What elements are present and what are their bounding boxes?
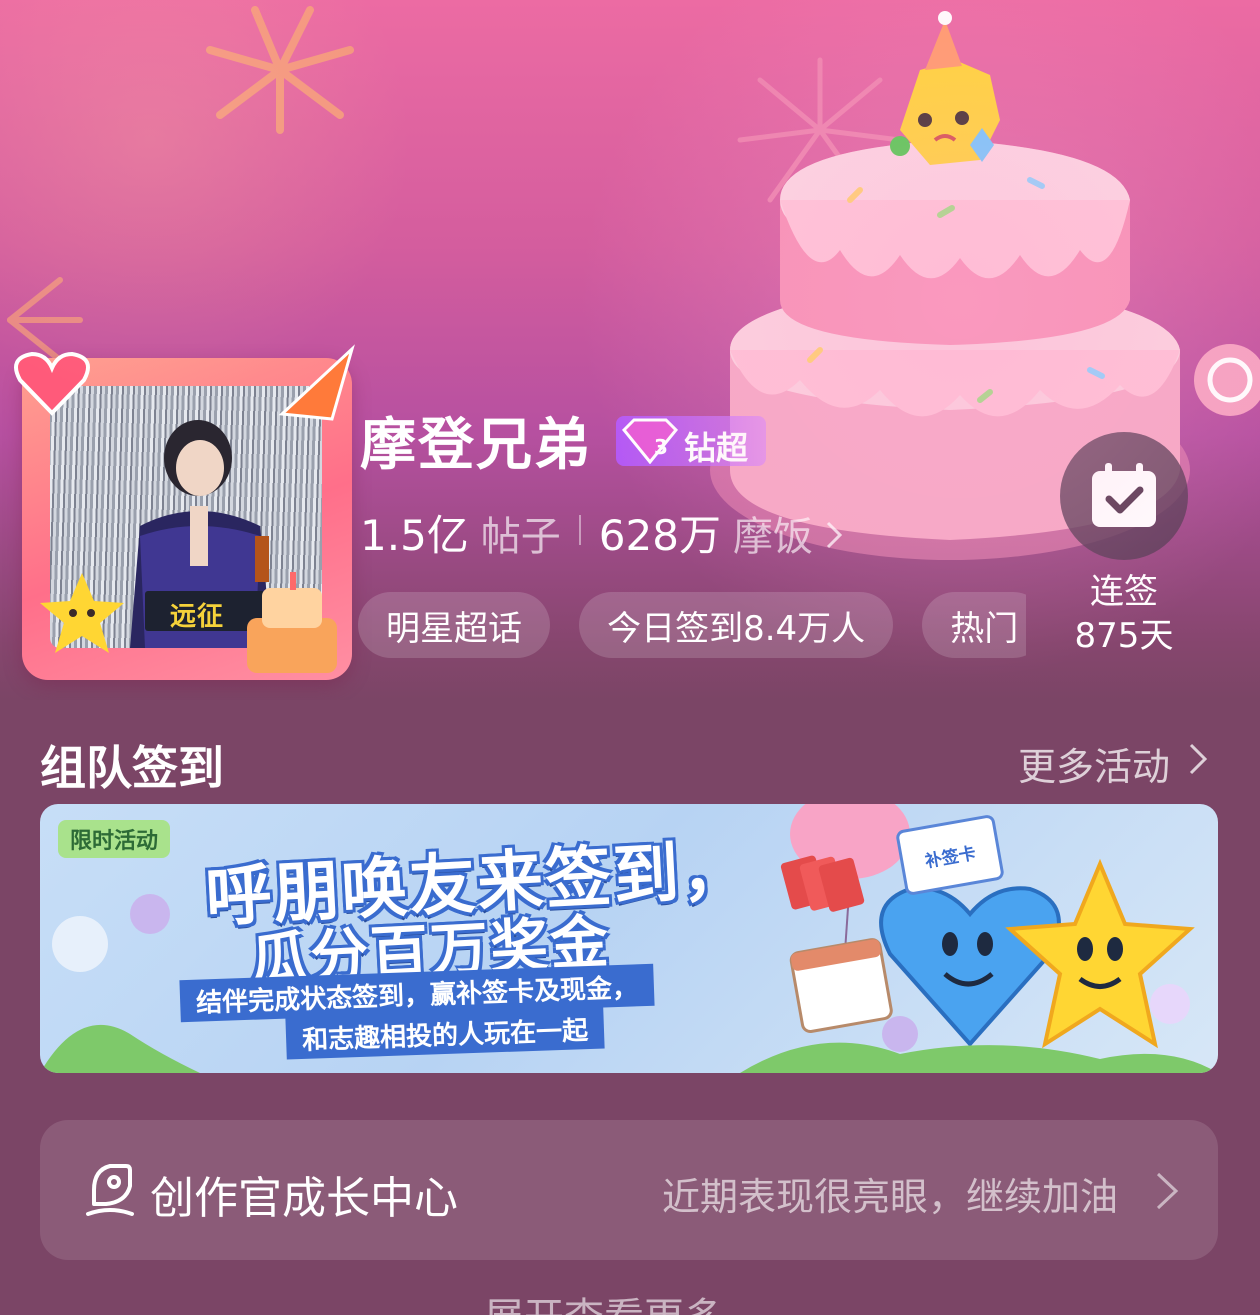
level-badge[interactable]: 3 钻超 [616, 416, 766, 467]
party-hat-icon [278, 344, 355, 421]
supertopic-avatar[interactable]: 远征 [14, 344, 355, 680]
creator-growth-center[interactable]: 创作官成长中心 近期表现很亮眼，继续加油 [40, 1120, 1218, 1260]
flower-decoration [40, 894, 200, 1073]
posts-count: 1.5亿 [360, 511, 469, 560]
mascot-star-icon [40, 573, 124, 653]
person-figure [130, 420, 272, 648]
supertopic-title: 摩登兄弟 [360, 413, 592, 478]
mini-cake-icon [247, 572, 337, 673]
firework-decoration [206, 6, 354, 134]
chip-hot[interactable]: 热门 [922, 592, 1026, 658]
signin-button[interactable] [1060, 432, 1188, 560]
limited-activity-tag: 限时活动 [58, 820, 171, 858]
diamond-icon: 3 [621, 418, 679, 464]
creator-center-hint: 近期表现很亮眼，继续加油 [662, 1175, 1119, 1219]
header-banner: 远征 摩登兄弟 3 钻超 1.5亿 帖子 628万 摩饭 明星超话 今日签到8.… [0, 0, 1260, 700]
firework-decoration [737, 57, 903, 203]
chevron-right-icon [825, 519, 843, 559]
birthday-cake-illustration [710, 11, 1260, 560]
badge-label: 钻超 [684, 429, 749, 467]
stats-divider [578, 515, 581, 545]
tag-chips: 明星超话 今日签到8.4万人 热门 [358, 592, 1026, 658]
clapperboard [145, 591, 265, 631]
more-activities-link[interactable]: 更多活动 [1018, 736, 1170, 791]
heart-decoration-icon [14, 351, 90, 416]
firework-decoration [7, 277, 83, 363]
creator-pen-icon [86, 1164, 134, 1216]
creator-center-title: 创作官成长中心 [150, 1173, 458, 1224]
clapperboard-text: 远征 [170, 601, 225, 631]
chevron-right-icon [1189, 743, 1208, 775]
signin-label-line1: 连签 [1090, 572, 1158, 612]
fans-unit: 摩饭 [732, 514, 813, 560]
calendar-check-icon [1092, 463, 1156, 527]
fans-count: 628万 [598, 511, 721, 560]
avatar-photo: 远征 [50, 386, 322, 648]
posts-unit: 帖子 [480, 514, 561, 560]
signin-label-line2: 875天 [1074, 616, 1174, 656]
chip-star-topic[interactable]: 明星超话 [358, 592, 550, 658]
section-title-team-signin: 组队签到 [40, 741, 224, 795]
chevron-right-icon [1156, 1172, 1179, 1210]
chip-today-signin[interactable]: 今日签到8.4万人 [579, 592, 894, 658]
expand-more-text[interactable]: 展开查看更多 [484, 1290, 724, 1315]
supertopic-stats[interactable]: 1.5亿 帖子 628万 摩饭 [360, 502, 843, 560]
signin-streak-label: 连签 875天 [1060, 570, 1188, 658]
team-signin-promo-banner[interactable]: 限时活动 呼朋唤友来签到， 瓜分百万奖金 结伴完成状态签到，赢补签卡及现金， 和… [40, 804, 1218, 1073]
svg-text:3: 3 [654, 435, 668, 459]
